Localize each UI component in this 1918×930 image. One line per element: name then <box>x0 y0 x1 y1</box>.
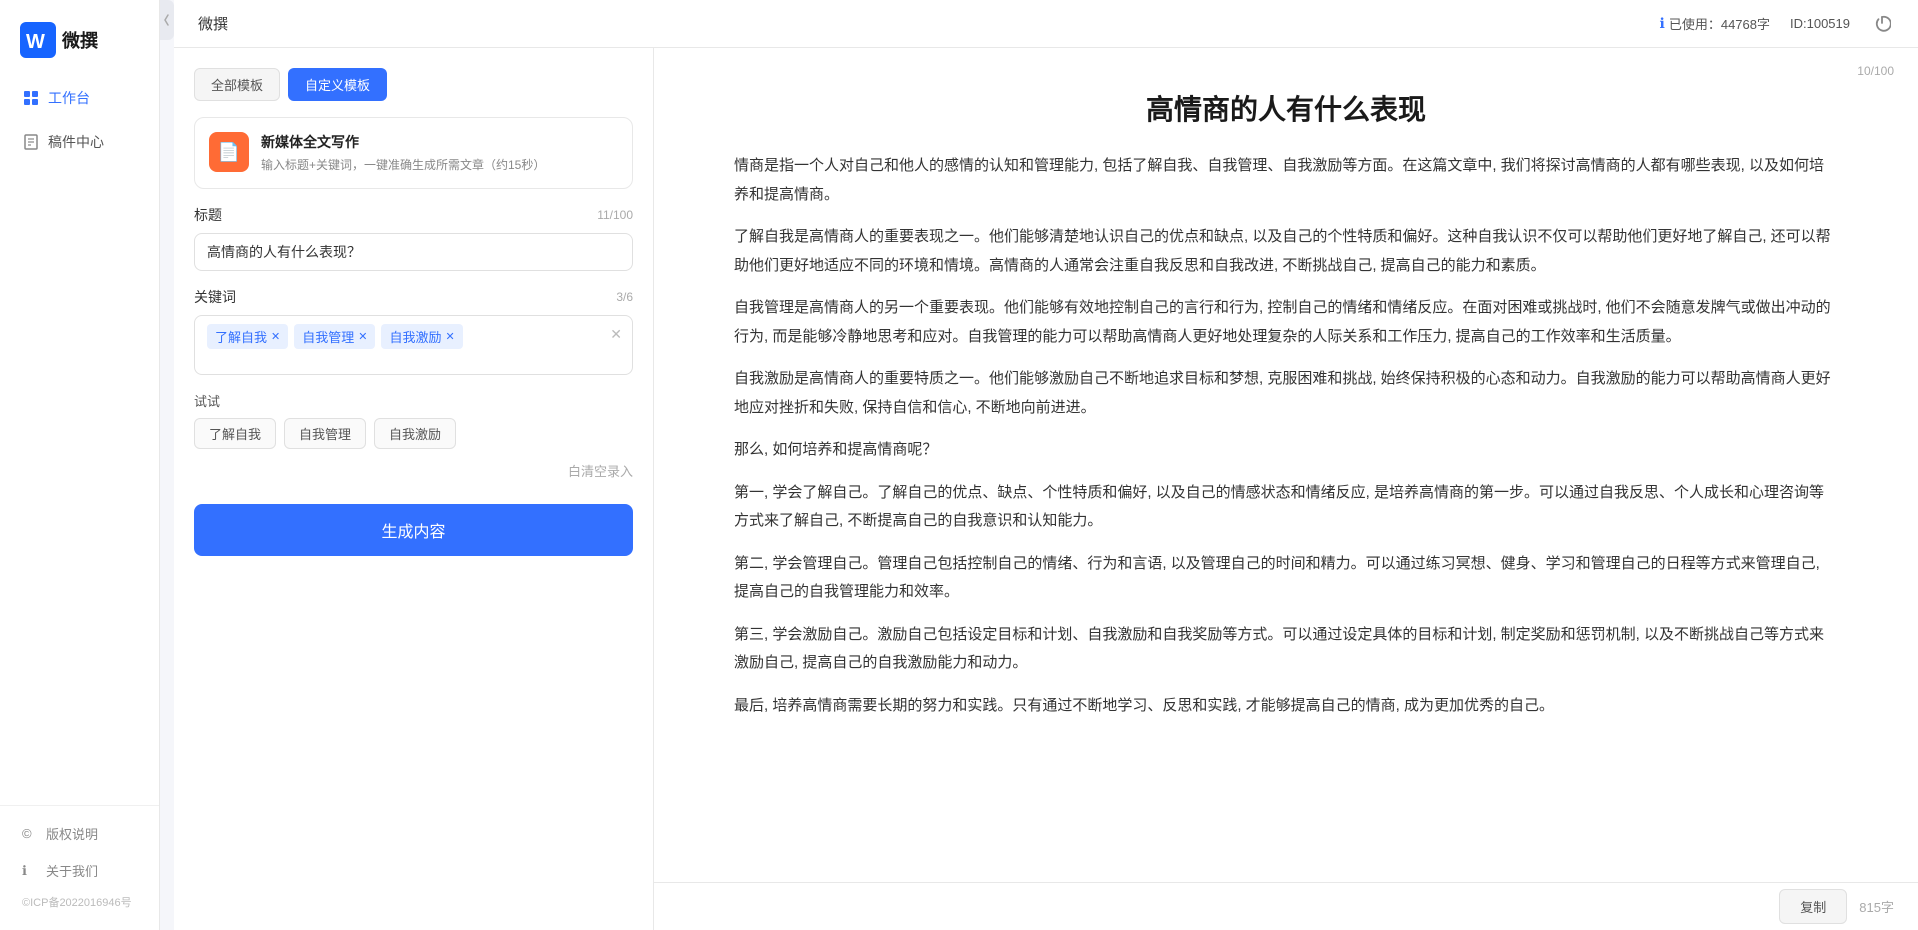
header: 微撰 ℹ 已使用：44768字 ID:100519 <box>174 0 1918 48</box>
keyword-tag-1[interactable]: 了解自我 ✕ <box>207 324 288 349</box>
sidebar-copyright[interactable]: © 版权说明 <box>8 816 151 851</box>
usage-icon: ℹ <box>1660 15 1665 32</box>
template-info: 新媒体全文写作 输入标题+关键词，一键准确生成所需文章（约15秒） <box>261 132 618 174</box>
sidebar-workspace-label: 工作台 <box>48 88 90 108</box>
keyword-tag-2[interactable]: 自我管理 ✕ <box>294 324 375 349</box>
about-label: 关于我们 <box>46 861 98 880</box>
keywords-label-row: 关键词 3/6 <box>194 287 633 307</box>
keyword-remove-3[interactable]: ✕ <box>445 330 454 343</box>
keyword-text-2: 自我管理 <box>302 327 354 346</box>
copyright-icon: © <box>22 826 38 842</box>
suggestions-section: 试试 了解自我 自我管理 自我激励 白清空录入 <box>194 391 633 480</box>
article-title: 高情商的人有什么表现 <box>734 88 1838 128</box>
article-paragraph: 自我管理是高情商人的另一个重要表现。他们能够有效地控制自己的言行和行为, 控制自… <box>734 294 1838 351</box>
sidebar-footer: © 版权说明 ℹ 关于我们 ©ICP备2022016946号 <box>0 805 159 930</box>
template-desc: 输入标题+关键词，一键准确生成所需文章（约15秒） <box>261 156 618 174</box>
keyword-text-3: 自我激励 <box>389 327 441 346</box>
article-body: 情商是指一个人对自己和他人的感情的认知和管理能力, 包括了解自我、自我管理、自我… <box>734 152 1838 720</box>
sidebar-drafts-label: 稿件中心 <box>48 132 104 152</box>
app-name: 微撰 <box>62 27 98 53</box>
nav: 工作台 稿件中心 <box>0 78 159 805</box>
article-paragraph: 第二, 学会管理自己。管理自己包括控制自己的情绪、行为和言语, 以及管理自己的时… <box>734 550 1838 607</box>
left-panel: 全部模板 自定义模板 📄 新媒体全文写作 输入标题+关键词，一键准确生成所需文章… <box>174 48 654 930</box>
id-label: ID:100519 <box>1790 16 1850 31</box>
title-label-row: 标题 11/100 <box>194 205 633 225</box>
power-button[interactable] <box>1870 12 1894 36</box>
content-area: 全部模板 自定义模板 📄 新媒体全文写作 输入标题+关键词，一键准确生成所需文章… <box>174 48 1918 930</box>
template-name: 新媒体全文写作 <box>261 132 618 152</box>
keyword-remove-2[interactable]: ✕ <box>358 330 367 343</box>
word-count: 815字 <box>1859 897 1894 916</box>
suggestion-chips: 了解自我 自我管理 自我激励 <box>194 418 633 449</box>
main: 微撰 ℹ 已使用：44768字 ID:100519 全部模板 自定义模板 <box>174 0 1918 930</box>
copy-button[interactable]: 复制 <box>1779 889 1847 924</box>
about-icon: ℹ <box>22 863 38 879</box>
drafts-icon <box>22 133 40 151</box>
keyword-remove-1[interactable]: ✕ <box>271 330 280 343</box>
sidebar: W 微撰 工作台 <box>0 0 160 930</box>
title-counter: 11/100 <box>597 208 633 222</box>
keywords-clear-icon[interactable]: ✕ <box>610 326 622 343</box>
article-paragraph: 第一, 学会了解自己。了解自己的优点、缺点、个性特质和偏好, 以及自己的情感状态… <box>734 479 1838 536</box>
suggestion-chip-1[interactable]: 了解自我 <box>194 418 276 449</box>
header-right: ℹ 已使用：44768字 ID:100519 <box>1660 12 1894 36</box>
keyword-tag-3[interactable]: 自我激励 ✕ <box>381 324 462 349</box>
template-card[interactable]: 📄 新媒体全文写作 输入标题+关键词，一键准确生成所需文章（约15秒） <box>194 117 633 189</box>
title-label: 标题 <box>194 205 222 225</box>
article-container: 10/100 高情商的人有什么表现 情商是指一个人对自己和他人的感情的认知和管理… <box>654 48 1918 882</box>
keywords-box[interactable]: 了解自我 ✕ 自我管理 ✕ 自我激励 ✕ ✕ <box>194 315 633 375</box>
title-section: 标题 11/100 <box>194 205 633 271</box>
article-counter: 10/100 <box>1857 64 1894 78</box>
keywords-label: 关键词 <box>194 287 236 307</box>
right-panel: 10/100 高情商的人有什么表现 情商是指一个人对自己和他人的感情的认知和管理… <box>654 48 1918 930</box>
article-paragraph: 了解自我是高情商人的重要表现之一。他们能够清楚地认识自己的优点和缺点, 以及自己… <box>734 223 1838 280</box>
sidebar-item-drafts[interactable]: 稿件中心 <box>8 122 151 162</box>
keywords-section: 关键词 3/6 了解自我 ✕ 自我管理 ✕ 自我激励 ✕ <box>194 287 633 375</box>
suggestion-chip-3[interactable]: 自我激励 <box>374 418 456 449</box>
copyright-label: 版权说明 <box>46 824 98 843</box>
keyword-text-1: 了解自我 <box>215 327 267 346</box>
usage-label: 已使用：44768字 <box>1669 14 1770 33</box>
usage-info: ℹ 已使用：44768字 <box>1660 14 1770 33</box>
workspace-icon <box>22 89 40 107</box>
generate-button[interactable]: 生成内容 <box>194 504 633 556</box>
article-paragraph: 自我激励是高情商人的重要特质之一。他们能够激励自己不断地追求目标和梦想, 克服困… <box>734 365 1838 422</box>
collapse-btn[interactable] <box>160 0 174 40</box>
sidebar-item-workspace[interactable]: 工作台 <box>8 78 151 118</box>
sidebar-about[interactable]: ℹ 关于我们 <box>8 853 151 888</box>
title-input[interactable] <box>194 233 633 271</box>
suggestion-chip-2[interactable]: 自我管理 <box>284 418 366 449</box>
article-paragraph: 那么, 如何培养和提高情商呢？ <box>734 436 1838 465</box>
tab-all-templates[interactable]: 全部模板 <box>194 68 280 101</box>
logo: W 微撰 <box>0 10 159 78</box>
clear-link[interactable]: 白清空录入 <box>194 461 633 480</box>
right-bottom-bar: 复制 815字 <box>654 882 1918 930</box>
article-paragraph: 情商是指一个人对自己和他人的感情的认知和管理能力, 包括了解自我、自我管理、自我… <box>734 152 1838 209</box>
template-tabs: 全部模板 自定义模板 <box>194 68 633 101</box>
template-card-icon: 📄 <box>209 132 249 172</box>
suggestions-label: 试试 <box>194 391 633 410</box>
tab-custom-templates[interactable]: 自定义模板 <box>288 68 387 101</box>
keywords-counter: 3/6 <box>616 290 633 304</box>
svg-text:W: W <box>26 31 45 53</box>
icp-text: ©ICP备2022016946号 <box>8 890 151 914</box>
header-title: 微撰 <box>198 13 228 34</box>
logo-icon: W <box>20 22 56 58</box>
article-paragraph: 第三, 学会激励自己。激励自己包括设定目标和计划、自我激励和自我奖励等方式。可以… <box>734 621 1838 678</box>
article-paragraph: 最后, 培养高情商需要长期的努力和实践。只有通过不断地学习、反思和实践, 才能够… <box>734 692 1838 721</box>
